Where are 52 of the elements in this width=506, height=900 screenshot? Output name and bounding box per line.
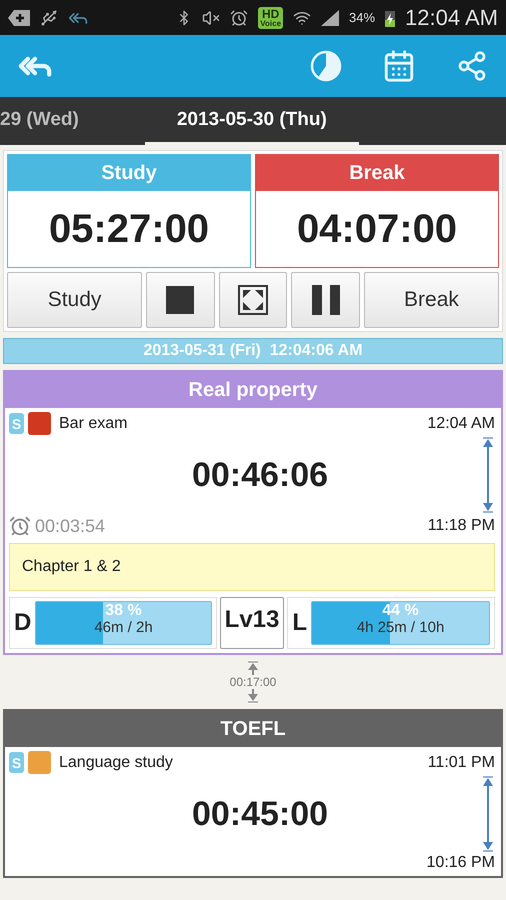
session-duration: 00:46:06: [190, 456, 330, 494]
fullscreen-icon: [238, 285, 268, 315]
fullscreen-button[interactable]: [218, 272, 288, 328]
end-time: 10:16 PM: [426, 854, 495, 872]
voice-label: Voice: [260, 20, 282, 28]
session-badge: S: [9, 413, 24, 434]
battery-charging-icon: [385, 8, 396, 26]
session-badge: S: [9, 752, 24, 773]
goal-label: D: [14, 609, 32, 637]
alarm-icon: [9, 515, 31, 537]
timer-title: Study: [8, 155, 250, 191]
session-note: Chapter 1 & 2: [9, 543, 495, 591]
session-title: TOEFL: [5, 711, 501, 747]
pause-icon: [312, 285, 340, 315]
time-span-arrow-icon: [481, 437, 495, 513]
goal-label: L: [292, 609, 308, 637]
mute-icon: [202, 8, 220, 26]
session-title: Real property: [5, 372, 501, 408]
usb-icon: [40, 8, 58, 26]
mode-button[interactable]: Study: [7, 272, 142, 328]
end-time: 11:18 PM: [428, 517, 495, 535]
alarm-countdown: 00:03:54: [35, 516, 106, 536]
start-time: 11:01 PM: [428, 754, 495, 772]
time-span-arrow-icon: [481, 776, 495, 852]
mode-button[interactable]: Break: [364, 272, 500, 328]
timer-title: Break: [256, 155, 498, 191]
notification-plus-icon: [8, 8, 30, 26]
level-badge: Lv13: [220, 597, 284, 649]
clock: 12:04 AM: [405, 4, 498, 30]
hd-label: HD: [262, 8, 280, 20]
alarm-icon: [230, 8, 248, 26]
battery-percent: 34%: [349, 10, 376, 25]
break-duration: 00:17:00: [230, 675, 276, 689]
pause-button[interactable]: [291, 272, 360, 328]
day-tab[interactable]: 29 (Wed): [0, 97, 79, 145]
down-arrow-icon: [247, 689, 259, 703]
timer-value: 05:27:00: [48, 206, 210, 253]
session-duration: 00:45:00: [190, 794, 330, 834]
stop-button[interactable]: [146, 272, 215, 328]
start-time: 12:04 AM: [427, 414, 495, 432]
share-icon[interactable]: [456, 50, 488, 82]
day-tab[interactable]: 2013-05-30 (Thu): [144, 97, 359, 145]
signal-icon: [321, 10, 340, 26]
up-arrow-icon: [247, 661, 259, 675]
goal-percent: 38 %: [105, 602, 142, 620]
clock-pie-icon[interactable]: [310, 50, 342, 82]
category-label: Bar exam: [59, 414, 128, 432]
calendar-icon[interactable]: [382, 49, 416, 83]
stop-icon: [166, 286, 194, 314]
category-label: Language study: [59, 754, 173, 772]
current-datetime: 2013-05-31 (Fri) 12:04:06 AM: [3, 338, 503, 364]
timer-value: 04:07:00: [296, 206, 458, 253]
